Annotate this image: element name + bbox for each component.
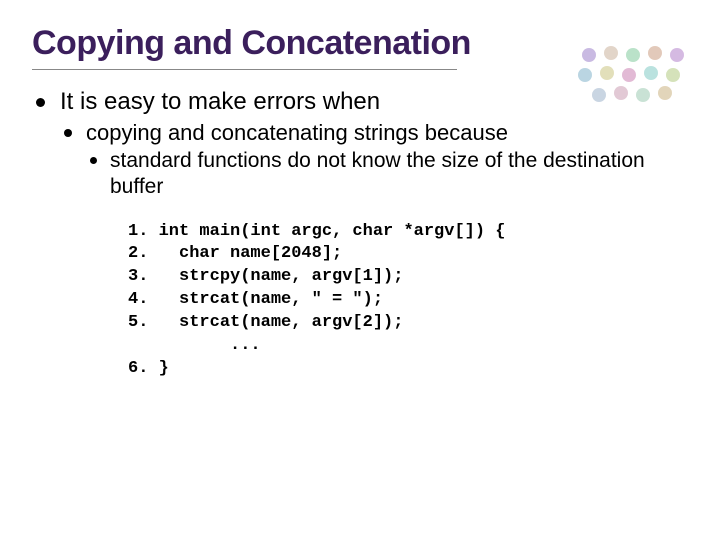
bullet-l1: It is easy to make errors when copying a…	[32, 88, 688, 201]
code-block: 1. int main(int argc, char *argv[]) { 2.…	[128, 221, 688, 382]
slide-title: Copying and Concatenation	[32, 24, 688, 63]
title-underline	[32, 69, 457, 70]
bullet-list: It is easy to make errors when copying a…	[32, 88, 688, 201]
slide: Copying and Concatenation It is easy to …	[0, 0, 720, 540]
bullet-l1-text: It is easy to make errors when	[60, 88, 380, 115]
bullet-l2: copying and concatenating strings becaus…	[60, 120, 688, 201]
bullet-l2-text: copying and concatenating strings becaus…	[86, 120, 508, 145]
bullet-l3-text: standard functions do not know the size …	[110, 149, 645, 198]
bullet-l3: standard functions do not know the size …	[86, 148, 688, 201]
